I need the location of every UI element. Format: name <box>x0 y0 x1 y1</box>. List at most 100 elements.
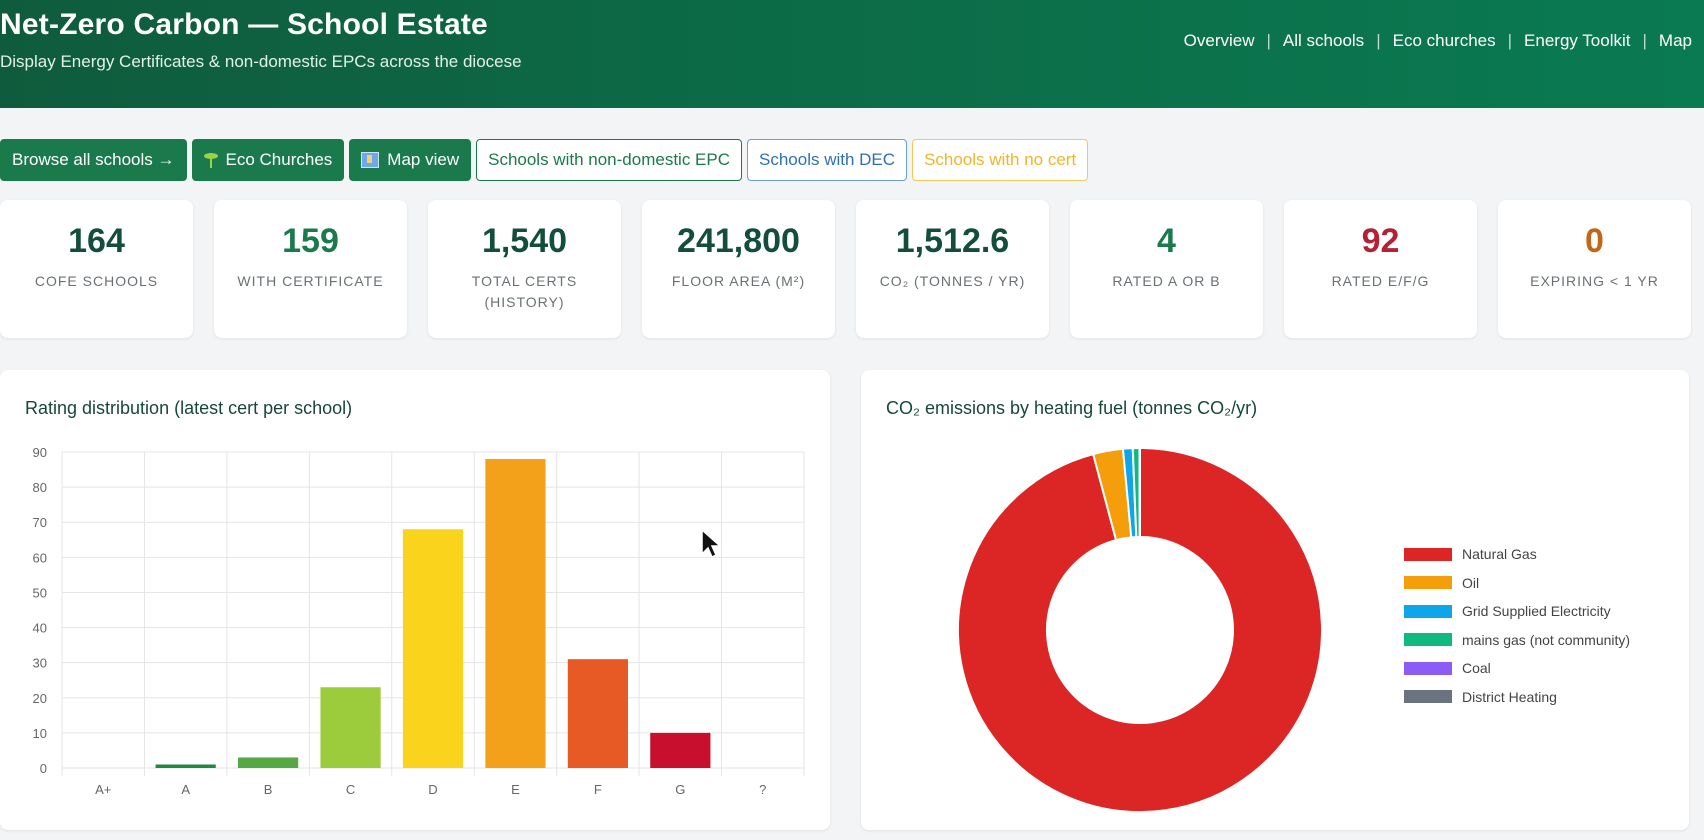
browse-all-schools-button[interactable]: Browse all schools → <box>0 139 187 181</box>
stat-value: 0 <box>1585 222 1604 260</box>
legend-item[interactable]: Oil <box>1404 569 1630 598</box>
bar-D[interactable] <box>402 529 464 768</box>
seedling-icon <box>203 152 218 168</box>
filter-dec-button[interactable]: Schools with DEC <box>747 139 908 181</box>
map-view-button[interactable]: Map view <box>349 139 472 181</box>
stat-label: EXPIRING < 1 YR <box>1530 273 1659 289</box>
page-subtitle: Display Energy Certificates & non-domest… <box>0 52 522 71</box>
map-icon <box>361 152 380 168</box>
nav-separator: | <box>1376 31 1381 50</box>
bar-E[interactable] <box>485 459 546 768</box>
stat-card-total-certs: 1,540 TOTAL CERTS (HISTORY) <box>428 200 621 338</box>
stat-label: FLOOR AREA (M²) <box>671 273 806 289</box>
bar-G[interactable] <box>650 732 711 768</box>
rating-distribution-panel: Rating distribution (latest cert per sch… <box>0 370 830 830</box>
nav-separator: | <box>1507 31 1513 50</box>
stat-value: 241,800 <box>677 222 800 260</box>
y-tick-label: 60 <box>33 550 47 565</box>
co2-by-fuel-panel: CO₂ emissions by heating fuel (tonnes CO… <box>861 370 1689 830</box>
page-header: Net-Zero Carbon — School Estate Display … <box>0 0 1704 108</box>
co2-legend: Natural Gas Oil Grid Supplied Electricity m… <box>1404 540 1630 711</box>
filter-non-domestic-epc-button[interactable]: Schools with non-domestic EPC <box>476 139 742 181</box>
filter-no-cert-label: Schools with no cert <box>924 150 1077 169</box>
legend-item[interactable]: Natural Gas <box>1404 540 1630 569</box>
filter-no-cert-button[interactable]: Schools with no cert <box>912 139 1089 181</box>
stat-value: 159 <box>282 222 339 260</box>
y-tick-label: 30 <box>33 656 47 671</box>
eco-churches-button[interactable]: Eco Churches <box>191 139 345 181</box>
stat-card-co2: 1,512.6 CO₂ (TONNES / YR) <box>856 200 1049 338</box>
nav-overview[interactable]: Overview <box>1184 31 1255 51</box>
stat-value: 4 <box>1157 222 1176 260</box>
stat-label: RATED A OR B <box>1112 273 1221 289</box>
legend-label: Natural Gas <box>1462 546 1537 563</box>
stat-value: 92 <box>1361 222 1400 260</box>
legend-item[interactable]: District Heating <box>1404 683 1630 712</box>
nav-eco-churches[interactable]: Eco churches <box>1393 31 1496 51</box>
browse-all-schools-label: Browse all schools → <box>12 150 175 169</box>
x-tick-label: A <box>181 782 190 797</box>
stat-value: 1,540 <box>481 222 568 260</box>
legend-swatch <box>1404 547 1452 561</box>
y-tick-label: 10 <box>33 726 47 741</box>
page-title: Net-Zero Carbon — School Estate <box>0 8 488 41</box>
nav-separator: | <box>1266 31 1271 50</box>
stat-label: CO₂ (TONNES / YR) <box>879 273 1026 289</box>
legend-label: Grid Supplied Electricity <box>1462 603 1611 620</box>
y-tick-label: 50 <box>33 585 47 600</box>
y-tick-label: 20 <box>33 691 47 706</box>
x-tick-label: G <box>675 782 685 797</box>
nav-all-schools[interactable]: All schools <box>1283 31 1364 51</box>
stat-value: 164 <box>68 222 125 260</box>
y-tick-label: 0 <box>40 761 47 776</box>
legend-swatch <box>1404 604 1452 618</box>
legend-swatch <box>1404 690 1452 704</box>
legend-label: mains gas (not community) <box>1462 631 1631 648</box>
action-toolbar: Browse all schools → Eco Churches Map vi… <box>0 139 1089 181</box>
stat-card-floor-area: 241,800 FLOOR AREA (M²) <box>642 200 835 338</box>
rating-bar-chart: 0 10 20 30 40 50 60 70 80 90 A+ A B C D E F G? <box>33 445 805 797</box>
y-tick-label: 40 <box>33 621 47 636</box>
bar-F[interactable] <box>567 659 628 768</box>
stat-card-rated-efg: 92 RATED E/F/G <box>1284 200 1477 338</box>
map-view-label: Map view <box>387 150 460 169</box>
x-tick-label: ? <box>759 782 766 797</box>
legend-swatch <box>1404 576 1452 590</box>
stat-card-with-certificate: 159 WITH CERTIFICATE <box>214 200 407 338</box>
legend-label: Oil <box>1462 574 1480 591</box>
nav-separator: | <box>1642 31 1647 50</box>
stats-row: 164 COFE SCHOOLS 159 WITH CERTIFICATE 1,… <box>0 200 1691 338</box>
eco-churches-label: Eco Churches <box>225 150 333 169</box>
x-tick-label: F <box>594 782 602 797</box>
legend-label: District Heating <box>1462 688 1557 705</box>
stat-label: TOTAL CERTS (HISTORY) <box>471 273 578 310</box>
y-tick-label: 70 <box>33 515 47 530</box>
x-tick-label: D <box>428 782 437 797</box>
nav-energy-toolkit[interactable]: Energy Toolkit <box>1524 31 1630 51</box>
x-tick-label: E <box>511 782 520 797</box>
bar-A[interactable] <box>155 764 216 768</box>
bar-C[interactable] <box>320 687 381 768</box>
stat-label: COFE SCHOOLS <box>34 273 159 289</box>
stat-card-cofe-schools: 164 COFE SCHOOLS <box>0 200 193 338</box>
stat-value: 1,512.6 <box>895 222 1010 260</box>
x-tick-label: C <box>346 782 355 797</box>
mouse-cursor-icon <box>701 528 722 559</box>
legend-swatch <box>1404 633 1452 647</box>
stat-label: RATED E/F/G <box>1331 273 1430 289</box>
stat-card-expiring: 0 EXPIRING < 1 YR <box>1498 200 1691 338</box>
filter-non-domestic-epc-label: Schools with non-domestic EPC <box>488 150 730 169</box>
bar-B[interactable] <box>238 757 299 768</box>
nav-map[interactable]: Map <box>1659 31 1692 51</box>
stat-label: WITH CERTIFICATE <box>237 273 384 289</box>
top-nav: Overview | All schools | Eco churches | … <box>1184 31 1692 51</box>
filter-dec-label: Schools with DEC <box>759 150 896 169</box>
stat-card-rated-a-or-b: 4 RATED A OR B <box>1070 200 1263 338</box>
legend-item[interactable]: Grid Supplied Electricity <box>1404 597 1630 626</box>
legend-item[interactable]: Coal <box>1404 654 1630 683</box>
x-tick-label: A+ <box>95 782 111 797</box>
y-tick-label: 80 <box>33 480 47 495</box>
legend-item[interactable]: mains gas (not community) <box>1404 626 1630 655</box>
x-tick-label: B <box>264 782 273 797</box>
y-tick-label: 90 <box>33 445 47 460</box>
